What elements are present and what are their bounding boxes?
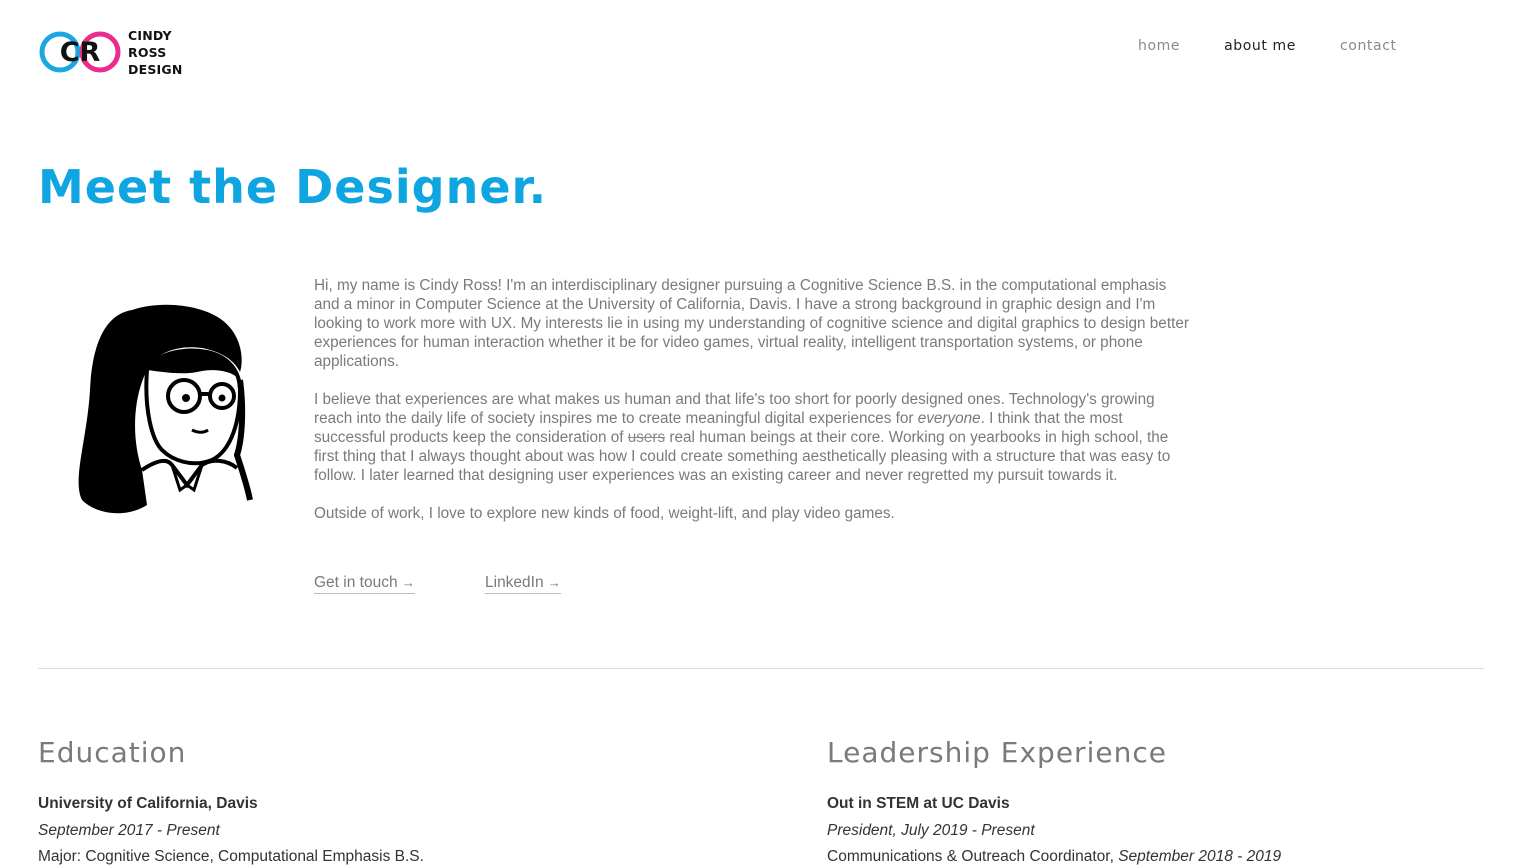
education-heading: Education: [38, 736, 187, 769]
get-in-touch-label: Get in touch: [314, 574, 398, 591]
bio-paragraph-2: I believe that experiences are what make…: [314, 390, 1189, 485]
bio-p2-strikethrough: users: [627, 429, 666, 446]
education-school: University of California, Davis: [38, 795, 258, 812]
bio-paragraph-3: Outside of work, I love to explore new k…: [314, 505, 895, 522]
logo-text-line-2: ROSS: [128, 44, 167, 60]
leadership-role: President, July 2019 - Present: [827, 822, 1035, 839]
bio-p2-emphasis: everyone: [917, 410, 981, 427]
arrow-right-icon: →: [547, 575, 561, 590]
page-title: Meet the Designer.: [38, 160, 548, 214]
leadership-org: Out in STEM at UC Davis: [827, 795, 1010, 812]
get-in-touch-link[interactable]: Get in touch →: [314, 574, 415, 594]
leadership-section: Leadership Experience Out in STEM at UC …: [827, 736, 1447, 866]
linkedin-label: LinkedIn: [485, 574, 544, 591]
logo-monogram: CR: [60, 37, 101, 68]
logo-wordmark: CINDY ROSS DESIGN: [128, 27, 183, 78]
leadership-role-2-title: Communications & Outreach Coordinator,: [827, 848, 1119, 865]
logo-text-line-1: CINDY: [128, 27, 172, 43]
designer-portrait-icon: [78, 304, 253, 514]
linkedin-link[interactable]: LinkedIn →: [485, 574, 561, 594]
bio-paragraph-1: Hi, my name is Cindy Ross! I'm an interd…: [314, 277, 1189, 370]
main-nav: home about me contact: [1138, 38, 1441, 54]
education-section: Education University of California, Davi…: [38, 736, 658, 866]
logo-text-line-3: DESIGN: [128, 61, 183, 77]
bio-text: Hi, my name is Cindy Ross! I'm an interd…: [314, 276, 1189, 542]
leadership-role-2: Communications & Outreach Coordinator, S…: [827, 848, 1447, 866]
leadership-role-2-dates: September 2018 - 2019: [1118, 848, 1282, 865]
section-divider: [38, 668, 1484, 669]
education-major: Major: Cognitive Science, Computational …: [38, 848, 424, 865]
education-dates: September 2017 - Present: [38, 822, 220, 839]
nav-contact[interactable]: contact: [1340, 38, 1397, 54]
nav-home[interactable]: home: [1138, 38, 1180, 54]
site-logo[interactable]: CR CINDY ROSS DESIGN: [38, 26, 198, 78]
cr-monogram-icon: CR: [39, 31, 121, 73]
leadership-heading: Leadership Experience: [827, 736, 1167, 769]
arrow-right-icon: →: [401, 575, 415, 590]
nav-about-me[interactable]: about me: [1224, 38, 1296, 54]
